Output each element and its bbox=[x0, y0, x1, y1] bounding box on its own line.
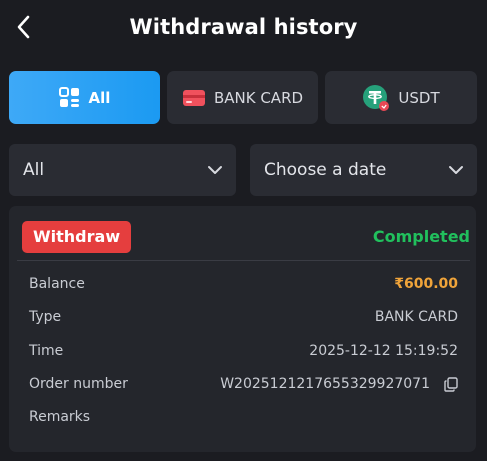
tab-all-label: All bbox=[88, 88, 111, 107]
type-value: BANK CARD bbox=[374, 309, 458, 325]
type-label: Type bbox=[29, 309, 62, 325]
page-title: Withdrawal history bbox=[129, 15, 358, 39]
withdraw-badge: Withdraw bbox=[22, 221, 132, 253]
tab-bank-card-label: BANK CARD bbox=[213, 88, 304, 107]
time-value: 2025-12-12 15:19:52 bbox=[309, 343, 458, 359]
copy-icon[interactable] bbox=[444, 376, 458, 392]
order-number-value: W2025121217655329927071 bbox=[220, 376, 430, 392]
remarks-row: Remarks bbox=[29, 407, 458, 427]
order-number-value-wrap: W2025121217655329927071 bbox=[220, 374, 458, 394]
type-filter-value: All bbox=[23, 160, 45, 180]
date-filter-select[interactable]: Choose a date bbox=[250, 144, 477, 196]
tab-usdt[interactable]: USDT bbox=[325, 71, 477, 124]
time-label: Time bbox=[29, 343, 64, 359]
balance-value: ₹600.00 bbox=[394, 276, 458, 292]
tab-bar: All BANK CARD USDT bbox=[9, 71, 477, 124]
chevron-down-icon bbox=[206, 161, 224, 179]
divider bbox=[17, 260, 470, 261]
balance-label: Balance bbox=[29, 276, 85, 292]
tab-all[interactable]: All bbox=[9, 71, 160, 124]
tether-icon bbox=[362, 84, 390, 112]
grid-icon bbox=[58, 86, 81, 109]
withdrawal-record-card: Withdraw Completed Balance ₹600.00 Type … bbox=[9, 206, 476, 452]
order-number-label: Order number bbox=[29, 376, 128, 392]
bank-card-icon bbox=[182, 88, 206, 108]
tab-bank-card[interactable]: BANK CARD bbox=[167, 71, 318, 124]
status-badge: Completed bbox=[372, 227, 470, 246]
type-filter-select[interactable]: All bbox=[9, 144, 236, 196]
time-row: Time 2025-12-12 15:19:52 bbox=[29, 341, 458, 361]
date-filter-value: Choose a date bbox=[264, 160, 387, 180]
chevron-down-icon bbox=[447, 161, 465, 179]
header: Withdrawal history bbox=[0, 0, 487, 54]
type-row: Type BANK CARD bbox=[29, 307, 458, 327]
tab-usdt-label: USDT bbox=[398, 88, 440, 107]
balance-row: Balance ₹600.00 bbox=[29, 274, 458, 294]
order-number-row: Order number W2025121217655329927071 bbox=[29, 374, 458, 394]
remarks-label: Remarks bbox=[29, 409, 91, 425]
